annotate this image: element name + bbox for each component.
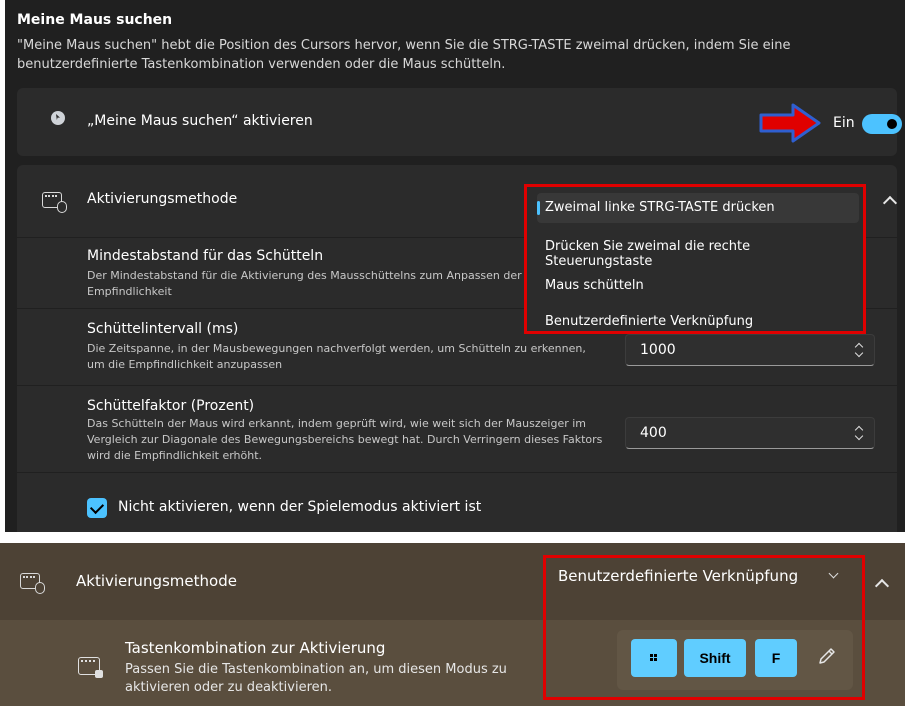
dropdown-option-shake-mouse[interactable]: Maus schütteln — [537, 271, 859, 301]
shortcut-description: Passen Sie die Tastenkombination an, um … — [125, 662, 507, 695]
game-mode-label: Nicht aktivieren, wenn der Spielemodus a… — [118, 499, 482, 515]
shake-factor-value: 400 — [640, 425, 667, 441]
activate-label: „Meine Maus suchen“ aktivieren — [87, 113, 313, 129]
game-mode-checkbox[interactable] — [87, 498, 107, 518]
shake-distance-title: Mindestabstand für das Schütteln — [87, 248, 324, 264]
keyboard-mouse-icon — [20, 573, 45, 594]
activation-method-label: Aktivierungsmethode — [87, 191, 238, 207]
shake-interval-value: 1000 — [640, 342, 676, 358]
shake-interval-input[interactable]: 1000 — [625, 334, 875, 366]
shake-distance-description: Der Mindestabstand für die Aktivierung d… — [87, 269, 522, 298]
highlight-box-annotation — [543, 555, 865, 700]
chevron-up-icon[interactable] — [874, 578, 890, 594]
activation-method-dropdown: Zweimal linke STRG-TASTE drücken Drücken… — [524, 184, 866, 334]
cursor-icon — [51, 111, 65, 125]
settings-panel-custom-shortcut: Aktivierungsmethode Tastenkombination zu… — [0, 543, 905, 706]
chevron-up-icon[interactable] — [882, 195, 898, 211]
activate-setting-row: „Meine Maus suchen“ aktivieren Ein — [17, 88, 902, 156]
section-description: "Meine Maus suchen" hebt die Position de… — [17, 38, 791, 72]
shake-factor-title: Schüttelfaktor (Prozent) — [87, 398, 255, 414]
spinner-updown-icon[interactable] — [854, 425, 864, 441]
activate-toggle[interactable] — [862, 114, 902, 134]
shake-factor-description: Das Schütteln der Maus wird erkannt, ind… — [87, 417, 603, 462]
spinner-updown-icon[interactable] — [854, 342, 864, 358]
shake-factor-row: Schüttelfaktor (Prozent) Das Schütteln d… — [17, 386, 897, 472]
shake-interval-title: Schüttelintervall (ms) — [87, 321, 239, 337]
toggle-knob — [887, 119, 897, 129]
game-mode-row: Nicht aktivieren, wenn der Spielemodus a… — [17, 473, 897, 532]
dropdown-option-custom-shortcut[interactable]: Benutzerdefinierte Verknüpfung — [537, 309, 859, 333]
toggle-state-label: Ein — [833, 115, 855, 131]
dropdown-option-double-right-ctrl[interactable]: Drücken Sie zweimal die rechte Steuerung… — [537, 232, 859, 269]
keyboard-mouse-icon — [42, 192, 67, 213]
activation-method-label: Aktivierungsmethode — [76, 572, 237, 590]
section-title: Meine Maus suchen — [17, 12, 173, 28]
red-arrow-annotation — [759, 103, 821, 143]
dropdown-option-double-left-ctrl[interactable]: Zweimal linke STRG-TASTE drücken — [537, 193, 859, 223]
shake-factor-input[interactable]: 400 — [625, 417, 875, 449]
keyboard-shortcut-icon — [78, 657, 103, 678]
shortcut-title: Tastenkombination zur Aktivierung — [125, 639, 386, 657]
settings-panel-find-my-mouse: Meine Maus suchen "Meine Maus suchen" he… — [5, 0, 905, 532]
shake-interval-description: Die Zeitspanne, in der Mausbewegungen na… — [87, 342, 586, 371]
